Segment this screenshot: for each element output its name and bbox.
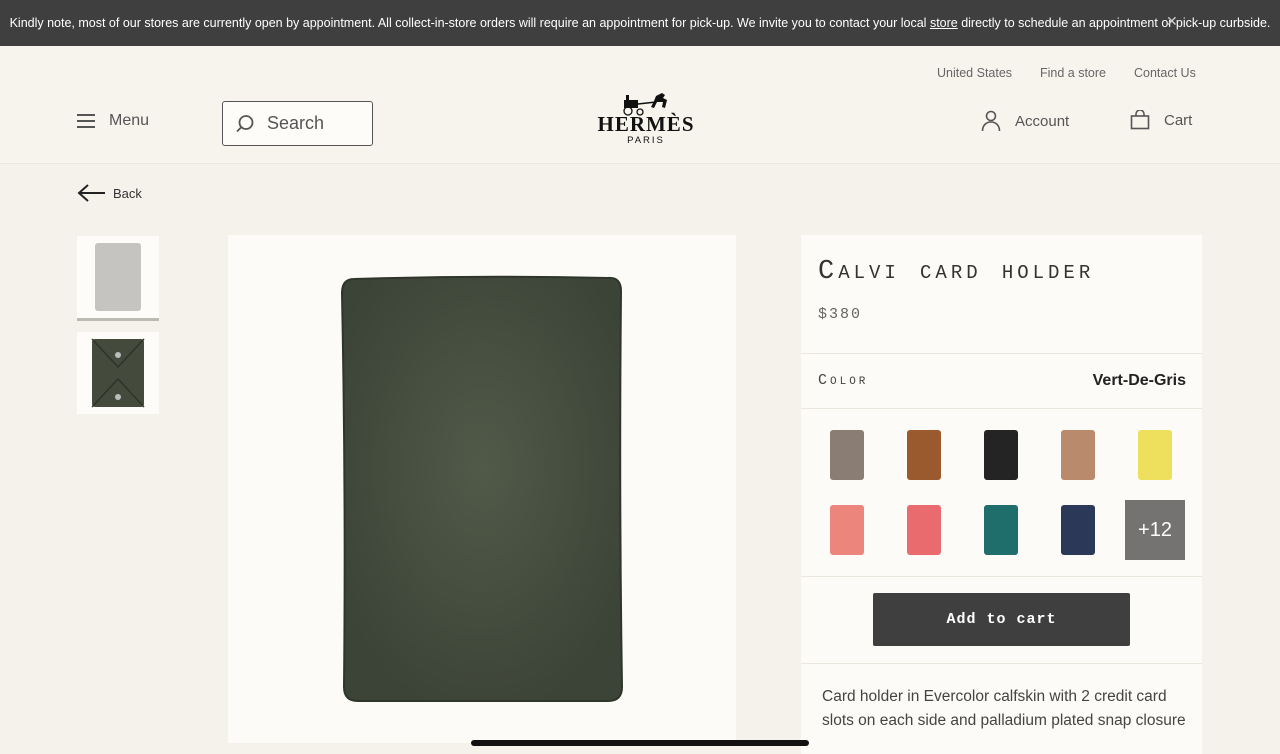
color-swatch[interactable]: [817, 425, 877, 485]
divider: [801, 663, 1202, 664]
shopping-bag-icon: [1130, 110, 1150, 130]
store-link[interactable]: store: [930, 16, 958, 30]
color-swatch[interactable]: [1048, 500, 1108, 560]
color-label: Color: [818, 372, 869, 389]
thumbnail-front[interactable]: [77, 236, 159, 318]
thumbnail-open[interactable]: [77, 332, 159, 414]
card-holder-image: [95, 243, 141, 311]
site-header: United States Find a store Contact Us Me…: [0, 46, 1280, 164]
swatch-card-image: [907, 505, 941, 555]
swatch-card-image: [984, 505, 1018, 555]
card-holder-photo: [340, 275, 624, 702]
carriage-logo-icon: [623, 93, 667, 116]
color-swatch[interactable]: [1048, 425, 1108, 485]
search-input[interactable]: Search: [222, 101, 373, 146]
menu-label: Menu: [109, 112, 150, 129]
color-swatch[interactable]: [894, 500, 954, 560]
divider: [801, 353, 1202, 354]
back-label: Back: [113, 185, 142, 201]
close-icon[interactable]: ✕: [1166, 14, 1180, 28]
country-selector[interactable]: United States: [937, 66, 1012, 80]
divider: [801, 576, 1202, 577]
account-label: Account: [1015, 112, 1070, 130]
menu-button[interactable]: Menu: [77, 112, 149, 130]
swatch-card-image: [907, 430, 941, 480]
swatch-card-image: [830, 505, 864, 555]
card-holder-open-image: [91, 338, 145, 408]
swatch-card-image: [1138, 430, 1172, 480]
arrow-left-icon: [77, 184, 105, 202]
home-indicator: [471, 740, 809, 746]
add-to-cart-button[interactable]: Add to cart: [873, 593, 1130, 646]
cart-button[interactable]: Cart: [1130, 110, 1192, 130]
selected-color: Vert-De-Gris: [1092, 372, 1186, 389]
product-title: Calvi card holder: [818, 257, 1095, 287]
more-colors-label: +12: [1138, 518, 1172, 541]
color-swatch[interactable]: [894, 425, 954, 485]
logo-wordmark: HERMÈS: [597, 112, 695, 136]
more-colors-button[interactable]: +12: [1125, 500, 1185, 560]
color-swatch[interactable]: [1125, 425, 1185, 485]
banner-text: Kindly note, most of our stores are curr…: [9, 16, 1271, 30]
thumbnail-active-indicator: [77, 318, 159, 321]
swatch-card-image: [1061, 505, 1095, 555]
hamburger-icon: [77, 114, 95, 128]
swatch-card-image: [830, 430, 864, 480]
cart-label: Cart: [1164, 111, 1193, 129]
find-store-link[interactable]: Find a store: [1040, 66, 1106, 80]
hermes-logo[interactable]: HERMÈS PARIS: [596, 92, 696, 152]
product-description: Card holder in Evercolor calfskin with 2…: [822, 688, 1186, 729]
product-details-panel: Calvi card holder $380 Color Vert-De-Gri…: [801, 235, 1202, 754]
account-button[interactable]: Account: [981, 110, 1069, 132]
back-button[interactable]: Back: [77, 183, 142, 203]
color-swatch[interactable]: [971, 500, 1031, 560]
product-price: $380: [818, 306, 863, 323]
color-swatch[interactable]: [817, 500, 877, 560]
swatch-card-image: [984, 430, 1018, 480]
divider: [801, 408, 1202, 409]
logo-subtitle: PARIS: [627, 135, 665, 146]
search-icon: [236, 114, 254, 132]
main-product-image: [228, 235, 736, 743]
contact-link[interactable]: Contact Us: [1134, 66, 1196, 80]
announcement-banner: Kindly note, most of our stores are curr…: [0, 0, 1280, 46]
search-placeholder: Search: [267, 113, 325, 133]
color-swatch[interactable]: [971, 425, 1031, 485]
user-icon: [981, 110, 1001, 132]
swatch-card-image: [1061, 430, 1095, 480]
